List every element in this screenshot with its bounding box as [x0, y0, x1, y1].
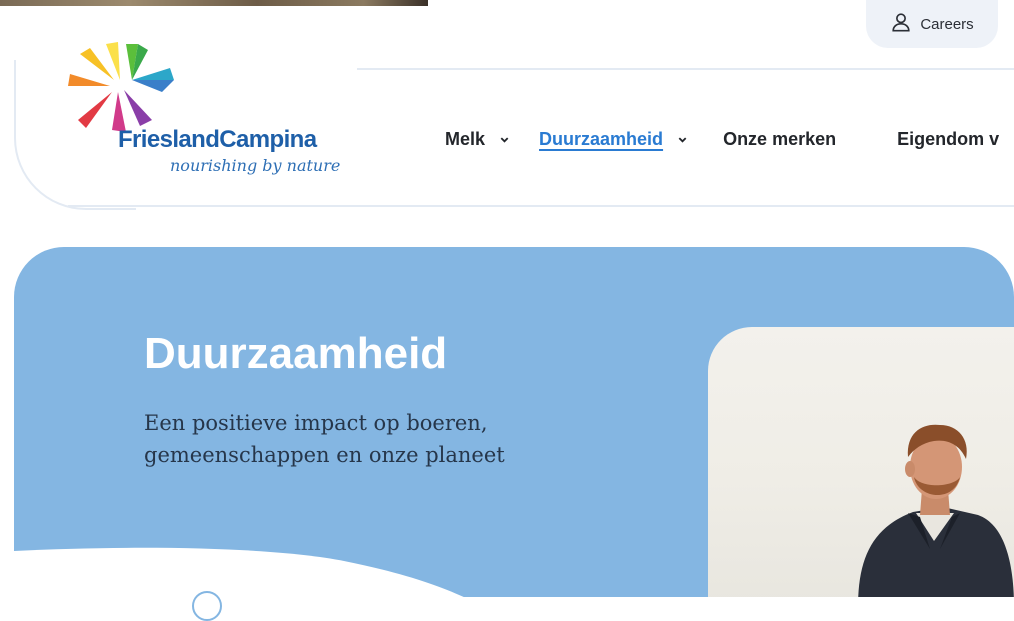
careers-button[interactable]: Careers	[866, 0, 998, 48]
page-title: Duurzaamheid	[144, 329, 448, 378]
header-divider	[357, 68, 1014, 70]
logo-tagline: nourishing by nature	[170, 156, 341, 175]
hero-subtitle-line: Een positieve impact op boeren,	[144, 411, 488, 435]
farmer-photo	[708, 327, 1014, 597]
hero-subtitle: Een positieve impact op boeren, gemeensc…	[144, 407, 564, 471]
hero-section: Duurzaamheid Een positieve impact op boe…	[14, 247, 1014, 597]
logo-wordmark: FrieslandCampina	[118, 126, 317, 153]
nav-item-label: Duurzaamheid	[539, 128, 664, 149]
nav-item-onze-merken[interactable]: Onze merken	[723, 129, 836, 150]
nav-item-label: Melk	[445, 128, 486, 149]
background-photo-strip	[0, 0, 428, 6]
farmer-illustration	[858, 424, 1014, 597]
chevron-down-icon[interactable]	[677, 134, 688, 145]
nav-item-duurzaamheid[interactable]: Duurzaamheid	[539, 129, 688, 150]
nav-item-eigendom[interactable]: Eigendom v	[897, 129, 999, 150]
hero-subtitle-line: gemeenschappen en onze planeet	[144, 443, 505, 467]
main-navigation: Melk Duurzaamheid Onze merken Eigendom v	[445, 127, 999, 151]
header-bottom-border	[68, 205, 1014, 207]
scroll-indicator-icon[interactable]	[192, 591, 222, 621]
nav-item-label: Eigendom v	[897, 128, 1000, 149]
user-icon	[890, 11, 912, 37]
hero-wave-shape	[14, 547, 464, 597]
chevron-down-icon[interactable]	[499, 134, 510, 145]
nav-item-label: Onze merken	[723, 128, 837, 149]
star-logo-icon	[68, 42, 174, 132]
careers-label: Careers	[920, 15, 974, 33]
nav-item-melk[interactable]: Melk	[445, 129, 510, 150]
frieslandcampina-logo[interactable]: FrieslandCampina nourishing by nature	[66, 40, 340, 190]
